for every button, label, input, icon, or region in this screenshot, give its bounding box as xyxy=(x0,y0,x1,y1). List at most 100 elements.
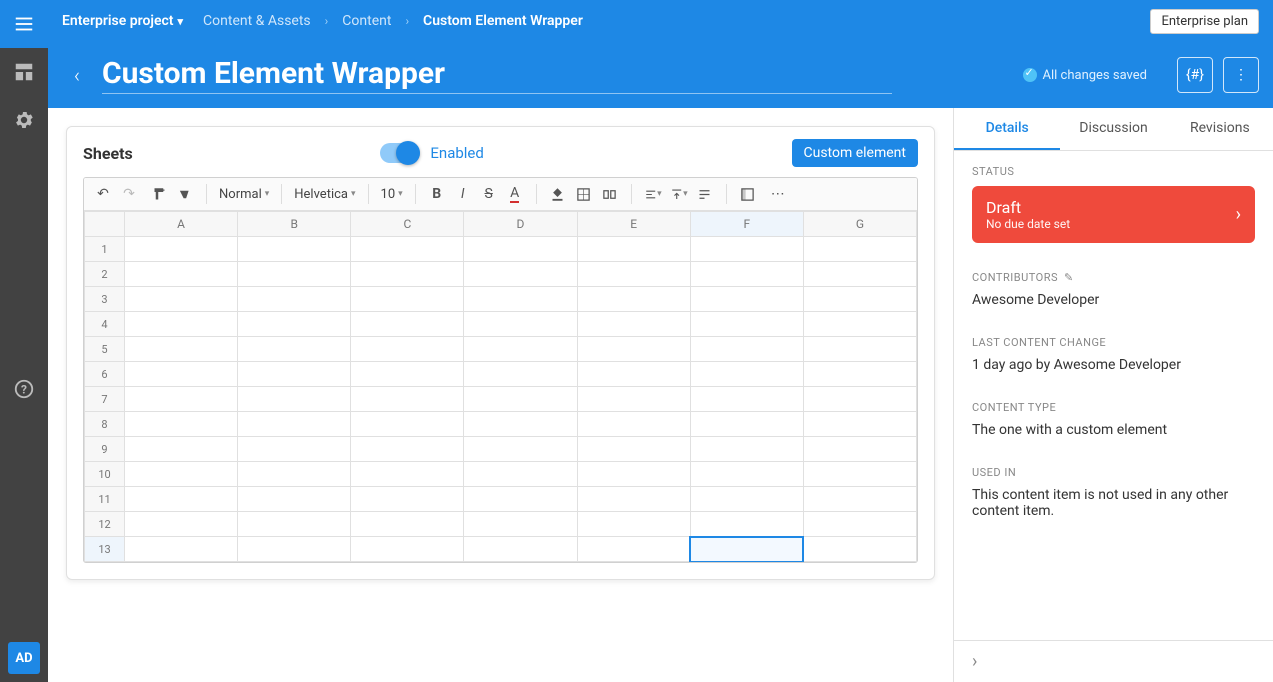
sheet-cell[interactable] xyxy=(464,487,577,512)
tab-revisions[interactable]: Revisions xyxy=(1167,108,1273,150)
sheet-cell[interactable] xyxy=(351,262,464,287)
rail-content-icon[interactable] xyxy=(0,0,48,48)
sheet-cell[interactable] xyxy=(238,487,351,512)
redo-icon[interactable]: ↷ xyxy=(120,185,138,203)
sheet-cell[interactable] xyxy=(577,387,690,412)
sheet-cell[interactable] xyxy=(690,412,803,437)
sheet-cell[interactable] xyxy=(690,262,803,287)
sheet-grid[interactable]: ABCDEFG12345678910111213 xyxy=(84,211,917,562)
sheet-cell[interactable] xyxy=(125,312,238,337)
style-select[interactable]: Normal▾ xyxy=(219,187,269,202)
sheet-cell[interactable] xyxy=(351,237,464,262)
sheet-cell[interactable] xyxy=(690,287,803,312)
sheet-cell[interactable] xyxy=(464,387,577,412)
sheet-cell[interactable] xyxy=(803,387,916,412)
h-align-icon[interactable]: ▾ xyxy=(644,185,662,203)
sheet-cell[interactable] xyxy=(351,462,464,487)
sheet-cell[interactable] xyxy=(690,337,803,362)
sheet-cell[interactable] xyxy=(464,437,577,462)
row-header[interactable]: 8 xyxy=(85,412,125,437)
font-size-select[interactable]: 10▾ xyxy=(381,187,403,202)
sheet-cell[interactable] xyxy=(577,487,690,512)
sheet-cell[interactable] xyxy=(577,512,690,537)
sheet-cell[interactable] xyxy=(577,287,690,312)
sheet-cell[interactable] xyxy=(125,462,238,487)
italic-icon[interactable]: I xyxy=(454,185,472,203)
col-header[interactable]: C xyxy=(351,212,464,237)
sheet-cell[interactable] xyxy=(690,462,803,487)
freeze-icon[interactable] xyxy=(739,185,757,203)
sheet-cell[interactable] xyxy=(125,437,238,462)
sheet-cell[interactable] xyxy=(803,337,916,362)
more-toolbar-icon[interactable]: ⋯ xyxy=(769,185,787,203)
edit-icon[interactable]: ✎ xyxy=(1064,271,1074,284)
breadcrumb-0[interactable]: Content & Assets xyxy=(203,13,311,29)
sheet-cell[interactable] xyxy=(238,362,351,387)
sheet-cell[interactable] xyxy=(690,437,803,462)
sheet-cell[interactable] xyxy=(464,312,577,337)
sheet-cell[interactable] xyxy=(351,287,464,312)
sheet-cell[interactable] xyxy=(351,337,464,362)
sheet-cell[interactable] xyxy=(238,537,351,562)
sheet-cell[interactable] xyxy=(351,312,464,337)
sheet-cell[interactable] xyxy=(125,287,238,312)
sheet-cell[interactable] xyxy=(125,387,238,412)
sheet-cell[interactable] xyxy=(351,487,464,512)
sheet-cell[interactable] xyxy=(690,362,803,387)
strikethrough-icon[interactable]: S xyxy=(480,185,498,203)
sheet-cell[interactable] xyxy=(238,262,351,287)
sheet-cell[interactable] xyxy=(351,412,464,437)
sheet-cell[interactable] xyxy=(577,412,690,437)
sheet-cell[interactable] xyxy=(238,462,351,487)
sheet-cell[interactable] xyxy=(238,312,351,337)
sheet-cell[interactable] xyxy=(464,462,577,487)
custom-element-button[interactable]: Custom element xyxy=(792,139,919,167)
sheet-cell[interactable] xyxy=(351,362,464,387)
row-header[interactable]: 7 xyxy=(85,387,125,412)
row-header[interactable]: 11 xyxy=(85,487,125,512)
status-card[interactable]: Draft No due date set › xyxy=(972,186,1255,243)
undo-icon[interactable]: ↶ xyxy=(94,185,112,203)
sheet-cell[interactable] xyxy=(577,237,690,262)
sheet-cell[interactable] xyxy=(577,362,690,387)
sheet-cell[interactable] xyxy=(577,537,690,562)
sheet-cell[interactable] xyxy=(238,287,351,312)
sheet-cell[interactable] xyxy=(690,512,803,537)
back-button[interactable]: ‹ xyxy=(62,60,92,90)
sheet-cell[interactable] xyxy=(351,537,464,562)
sheet-cell[interactable] xyxy=(577,312,690,337)
row-header[interactable]: 9 xyxy=(85,437,125,462)
col-header[interactable]: A xyxy=(125,212,238,237)
sheet-cell[interactable] xyxy=(577,337,690,362)
merge-cells-icon[interactable] xyxy=(601,185,619,203)
sheet-cell[interactable] xyxy=(803,537,916,562)
fill-color-icon[interactable] xyxy=(549,185,567,203)
rail-avatar[interactable]: AD xyxy=(0,634,48,682)
sheet-cell[interactable] xyxy=(464,512,577,537)
sheet-cell[interactable] xyxy=(238,387,351,412)
sheet-cell[interactable] xyxy=(577,437,690,462)
sheet-cell[interactable] xyxy=(803,287,916,312)
sheet-cell[interactable] xyxy=(125,412,238,437)
sheet-cell[interactable] xyxy=(803,512,916,537)
sheet-cell[interactable] xyxy=(351,387,464,412)
sheet-cell[interactable] xyxy=(238,237,351,262)
col-header[interactable]: F xyxy=(690,212,803,237)
sheet-cell[interactable] xyxy=(464,362,577,387)
rail-settings-icon[interactable] xyxy=(0,96,48,144)
sheet-cell[interactable] xyxy=(803,487,916,512)
sheet-cell[interactable] xyxy=(125,537,238,562)
sheet-cell[interactable] xyxy=(238,512,351,537)
sheet-cell[interactable] xyxy=(238,412,351,437)
breadcrumb-1[interactable]: Content xyxy=(342,13,391,29)
sheet-cell[interactable] xyxy=(464,412,577,437)
sheet-cell[interactable] xyxy=(803,312,916,337)
col-header[interactable]: G xyxy=(803,212,916,237)
sheet-cell[interactable] xyxy=(464,287,577,312)
sheet-cell[interactable] xyxy=(803,437,916,462)
bold-icon[interactable]: B xyxy=(428,185,446,203)
rail-help-icon[interactable]: ? xyxy=(0,365,48,413)
sheet-cell[interactable] xyxy=(690,387,803,412)
sidebar-expand[interactable]: › xyxy=(954,640,1273,682)
clear-format-icon[interactable] xyxy=(176,185,194,203)
